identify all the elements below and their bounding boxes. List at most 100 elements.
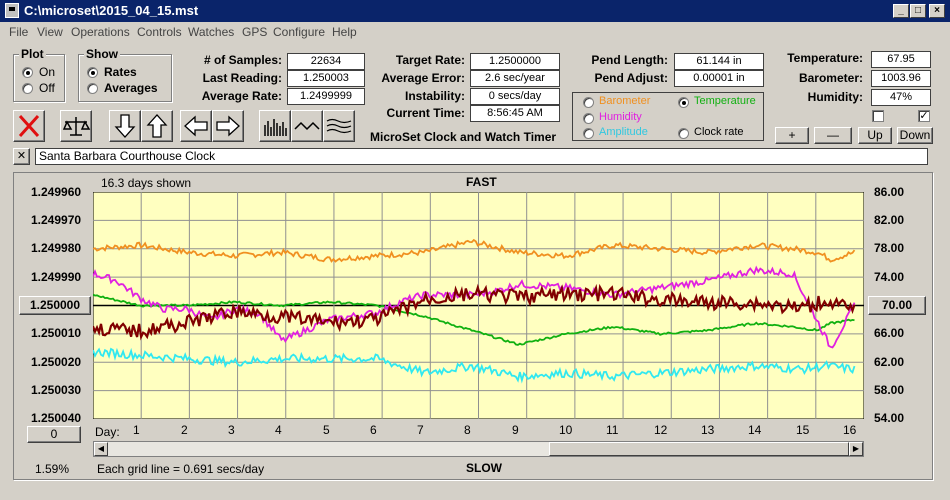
menu-operations[interactable]: Operations <box>71 25 130 39</box>
scroll-thumb[interactable] <box>549 442 849 456</box>
menu-watches[interactable]: Watches <box>188 25 234 39</box>
percent-label: 1.59% <box>35 462 70 476</box>
plot-on-radio[interactable] <box>22 67 33 78</box>
average-error-label: Average Error: <box>381 71 465 85</box>
up-arrow-button[interactable] <box>141 110 173 142</box>
sensor-checkbox-2[interactable]: ✓ <box>918 110 930 122</box>
plot-off-label[interactable]: Off <box>39 81 55 95</box>
menu-gps[interactable]: GPS <box>242 25 267 39</box>
pend-length-field[interactable]: 61.144 in <box>674 53 764 70</box>
minus-button[interactable]: — <box>814 127 852 144</box>
barometer-field: 1003.96 <box>871 70 931 87</box>
multi-wave-icon <box>326 118 352 134</box>
center-sensor-button[interactable]: 70.00 <box>868 296 926 315</box>
overlay-barometer-radio[interactable] <box>583 97 594 108</box>
day-tick-label: 15 <box>796 423 810 437</box>
down-button[interactable]: Down <box>897 127 933 144</box>
overlay-humidity-label[interactable]: Humidity <box>599 111 642 123</box>
time-scrollbar[interactable]: ◀ ▶ <box>93 441 864 457</box>
day-axis-label: Day: <box>95 425 120 439</box>
right-tick-2: 78.00 <box>874 241 905 255</box>
arrow-right-icon <box>216 115 240 137</box>
left-tick-5: 1.250010 <box>31 326 82 340</box>
arrow-up-icon <box>146 114 168 138</box>
show-averages-radio[interactable] <box>87 83 98 94</box>
overlay-selector: Barometer Temperature Humidity Amplitude… <box>572 92 764 141</box>
samples-label: # of Samples: <box>203 53 282 67</box>
day-tick-label: 7 <box>417 423 424 437</box>
target-rate-field[interactable]: 1.2500000 <box>470 53 560 70</box>
days-shown-label: 16.3 days shown <box>101 176 192 190</box>
pend-length-label: Pend Length: <box>591 53 668 67</box>
day-tick-label: 11 <box>606 423 619 437</box>
right-arrow-button[interactable] <box>212 110 244 142</box>
red-x-icon <box>18 114 40 138</box>
rate-chart <box>93 192 864 419</box>
show-rates-label[interactable]: Rates <box>104 65 137 79</box>
overlay-temperature-radio[interactable] <box>678 97 689 108</box>
scale-icon <box>62 117 91 136</box>
overlay-amplitude-label[interactable]: Amplitude <box>599 126 648 138</box>
app-title-label: MicroSet Clock and Watch Timer <box>370 130 557 144</box>
menu-help[interactable]: Help <box>332 25 357 39</box>
minimize-button[interactable]: _ <box>893 4 909 18</box>
balance-button[interactable] <box>60 110 92 142</box>
clear-description-button[interactable]: ✕ <box>13 148 30 165</box>
scroll-right-button[interactable]: ▶ <box>849 442 863 456</box>
histogram-icon <box>264 119 287 136</box>
arrow-left-icon <box>184 115 208 137</box>
left-tick-8: 1.250040 <box>31 411 82 425</box>
show-rates-radio[interactable] <box>87 67 98 78</box>
day-tick-label: 8 <box>464 423 471 437</box>
scroll-left-button[interactable]: ◀ <box>94 442 108 456</box>
instability-label: Instability: <box>404 89 465 103</box>
last-reading-label: Last Reading: <box>202 71 282 85</box>
overlay-amplitude-radio[interactable] <box>583 128 594 139</box>
day-tick-label: 16 <box>843 423 857 437</box>
left-tick-7: 1.250030 <box>31 383 82 397</box>
stop-button[interactable] <box>13 110 45 142</box>
day-tick-label: 6 <box>370 423 377 437</box>
offset-button[interactable]: 0 <box>27 426 81 443</box>
left-arrow-button[interactable] <box>180 110 212 142</box>
left-tick-3: 1.249990 <box>31 270 82 284</box>
left-tick-2: 1.249980 <box>31 241 82 255</box>
plot-off-radio[interactable] <box>22 83 33 94</box>
pend-adjust-field[interactable]: 0.00001 in <box>674 70 764 87</box>
overlay-barometer-label[interactable]: Barometer <box>599 95 650 107</box>
multi-wave-button[interactable] <box>323 110 355 142</box>
up-button[interactable]: Up <box>858 127 892 144</box>
last-reading-field: 1.250003 <box>287 70 365 87</box>
wave-button[interactable] <box>291 110 323 142</box>
menu-file[interactable]: File <box>9 25 28 39</box>
day-tick-label: 3 <box>228 423 235 437</box>
center-rate-button[interactable]: 1.250000 <box>19 296 91 315</box>
target-rate-label: Target Rate: <box>395 53 465 67</box>
plus-button[interactable]: + <box>775 127 809 144</box>
overlay-clock-rate-radio[interactable] <box>678 128 689 139</box>
overlay-humidity-radio[interactable] <box>583 113 594 124</box>
menu-controls[interactable]: Controls <box>137 25 182 39</box>
overlay-temperature-label[interactable]: Temperature <box>694 95 756 107</box>
day-tick-label: 12 <box>654 423 668 437</box>
app-icon <box>5 3 19 18</box>
sensor-checkbox-1[interactable] <box>872 110 884 122</box>
close-window-button[interactable]: × <box>929 4 945 18</box>
menu-view[interactable]: View <box>37 25 63 39</box>
description-field[interactable]: Santa Barbara Courthouse Clock <box>35 148 928 165</box>
plot-group-title: Plot <box>19 47 46 61</box>
right-tick-5: 66.00 <box>874 326 905 340</box>
overlay-clock-rate-label[interactable]: Clock rate <box>694 126 744 138</box>
maximize-button[interactable]: □ <box>910 4 926 18</box>
average-error-field: 2.6 sec/year <box>470 70 560 87</box>
down-arrow-button[interactable] <box>109 110 141 142</box>
menu-configure[interactable]: Configure <box>273 25 325 39</box>
wave-icon <box>294 121 320 131</box>
current-time-field: 8:56:45 AM <box>470 105 560 122</box>
right-tick-6: 62.00 <box>874 355 905 369</box>
humidity-field: 47% <box>871 89 931 106</box>
plot-on-label[interactable]: On <box>39 65 55 79</box>
day-tick-label: 1 <box>133 423 140 437</box>
histogram-button[interactable] <box>259 110 291 142</box>
show-averages-label[interactable]: Averages <box>104 81 158 95</box>
